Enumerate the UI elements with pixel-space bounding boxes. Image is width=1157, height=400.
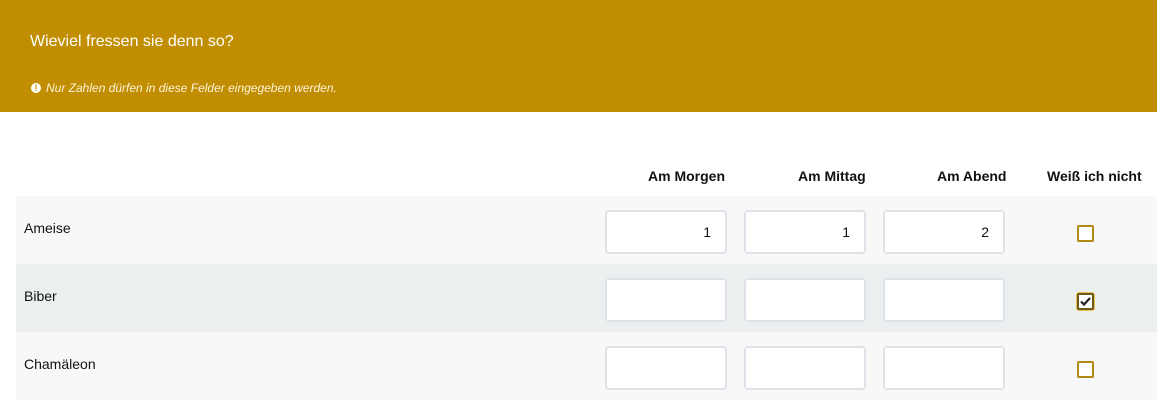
am-abend-input[interactable]	[883, 346, 1005, 390]
am-morgen-input[interactable]	[605, 346, 727, 390]
column-header-am-mittag: Am Mittag	[798, 168, 866, 184]
am-morgen-input[interactable]	[605, 210, 727, 254]
column-header-am-abend: Am Abend	[937, 168, 1007, 184]
column-header-am-morgen: Am Morgen	[648, 168, 725, 184]
row-label: Biber	[24, 288, 57, 304]
am-mittag-input[interactable]	[744, 346, 866, 390]
row-label: Chamäleon	[24, 356, 96, 372]
hint-text: Nur Zahlen dürfen in diese Felder eingeg…	[46, 81, 337, 95]
am-abend-input[interactable]	[883, 210, 1005, 254]
row-label: Ameise	[24, 220, 71, 236]
am-abend-input[interactable]	[883, 278, 1005, 322]
column-header-weiss-ich-nicht: Weiß ich nicht	[1047, 168, 1142, 184]
dont-know-checkbox[interactable]	[1077, 293, 1094, 310]
question-header: Wieviel fressen sie denn so? ! Nur Zahle…	[0, 0, 1157, 112]
exclamation-circle-icon: !	[31, 83, 41, 93]
am-morgen-input[interactable]	[605, 278, 727, 322]
am-mittag-input[interactable]	[744, 210, 866, 254]
dont-know-checkbox[interactable]	[1077, 225, 1094, 242]
table-row: Chamäleon	[16, 332, 1157, 400]
dont-know-checkbox[interactable]	[1077, 361, 1094, 378]
checkmark-icon	[1080, 297, 1091, 307]
am-mittag-input[interactable]	[744, 278, 866, 322]
question-title: Wieviel fressen sie denn so?	[30, 33, 234, 50]
table-row: Ameise	[16, 196, 1157, 264]
table-row: Biber	[16, 264, 1157, 332]
question-hint: ! Nur Zahlen dürfen in diese Felder eing…	[31, 81, 337, 95]
